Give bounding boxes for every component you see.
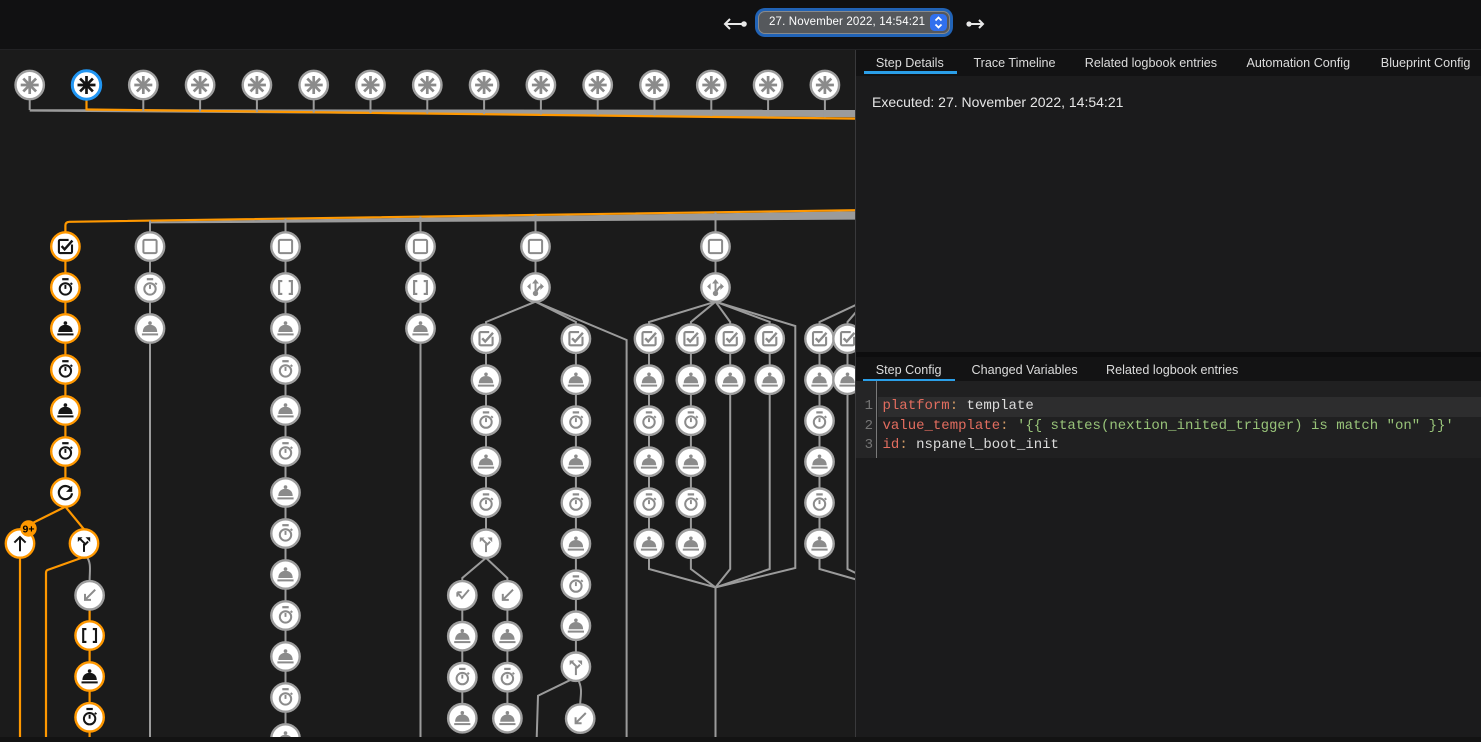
svg-text:9+: 9+	[23, 523, 35, 535]
